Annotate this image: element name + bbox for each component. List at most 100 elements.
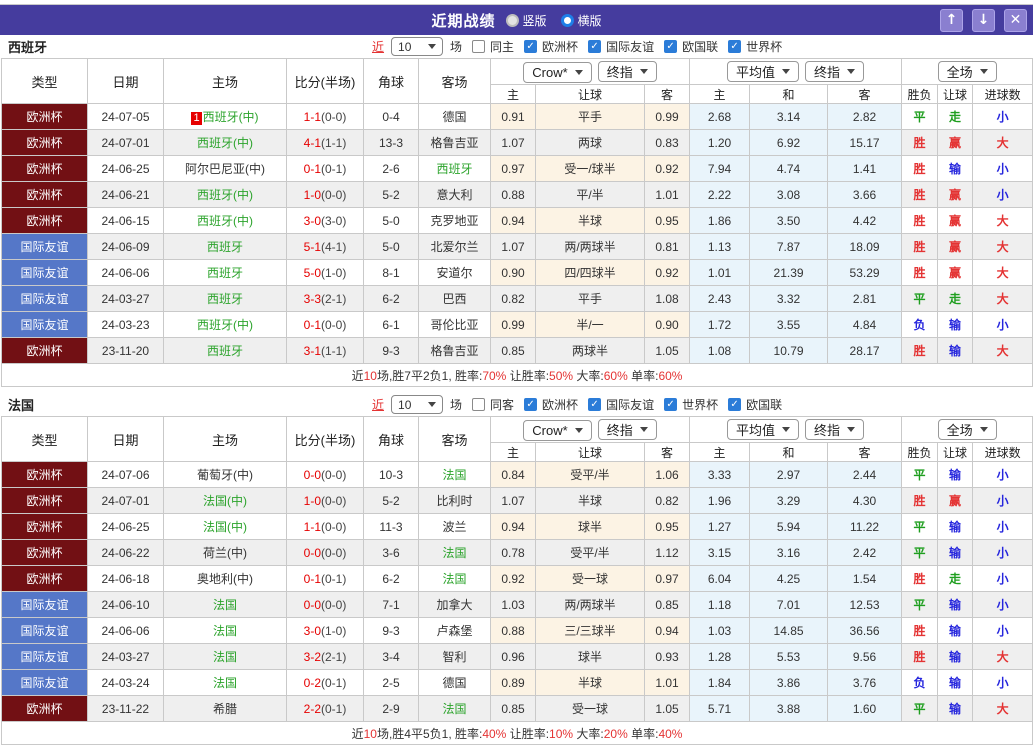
final-odds-dropdown[interactable]: 终指 (597, 418, 657, 440)
radio-icon[interactable] (505, 13, 519, 27)
check-icon: ✓ (666, 40, 675, 52)
layout-radio-vertical[interactable]: 竖版 (505, 12, 547, 29)
group-header-fulltime: 全场 (901, 58, 1033, 85)
league-checkbox-worldcup[interactable]: ✓ (728, 40, 742, 53)
sub-header-avg-home: 主 (689, 84, 751, 104)
col-header-type: 类型 (1, 58, 88, 104)
scroll-up-button[interactable]: ↑ (940, 8, 963, 32)
home-team-name: 西班牙(中) (197, 318, 253, 332)
fulltime-dropdown[interactable]: 全场 (937, 419, 997, 440)
handicap-cell: 半球 (535, 487, 645, 514)
home-team-name: 西班牙 (206, 344, 243, 358)
home-team-cell: 希腊 (163, 695, 287, 722)
avg-home-cell: 2.22 (689, 181, 751, 208)
bookmaker-dropdown[interactable]: Crow* (523, 419, 592, 441)
league-checkbox-euro[interactable]: ✓ (524, 40, 538, 53)
match-count-select[interactable]: 10 (391, 395, 444, 414)
avg-draw-cell: 2.97 (749, 461, 829, 488)
avg-home-cell: 2.68 (689, 103, 751, 130)
home-team-cell: 法国 (163, 617, 287, 644)
avg-away-cell: 2.44 (827, 461, 903, 488)
halftime-score: (0-0) (321, 597, 347, 612)
layout-radio-horizontal[interactable]: 横版 (560, 12, 602, 29)
away-team-name: 克罗地亚 (430, 214, 479, 228)
odds-home-cell: 0.82 (490, 285, 536, 312)
check-icon: ✓ (666, 398, 675, 410)
goals-result-cell: 小 (972, 565, 1033, 592)
avg-draw-cell: 3.50 (749, 207, 829, 234)
score-cell: 1-0(0-0) (286, 487, 364, 514)
result-cell: 负 (901, 311, 939, 338)
odds-away-cell: 1.06 (643, 461, 691, 488)
league-label: 欧国联 (682, 40, 719, 54)
same-venue-checkbox[interactable] (472, 40, 486, 53)
final-odds-dropdown[interactable]: 终指 (805, 419, 865, 440)
chevron-down-icon (639, 426, 648, 436)
away-team-name: 西班牙 (436, 162, 473, 176)
close-icon: ✕ (1009, 12, 1022, 28)
average-dropdown[interactable]: 平均值 (727, 419, 800, 440)
summary-row: 近10场,胜4平5负1, 胜率:40% 让胜率:10% 大率:20% 单率:40… (0, 721, 1033, 745)
avg-draw-cell: 4.25 (749, 565, 829, 592)
match-row: 国际友谊 24-06-10 法国 0-0(0-0) 7-1 加拿大 1.03 两/两球半 0.8… (1, 591, 1033, 618)
group-header-average: 平均值 终指 (689, 58, 903, 85)
home-team-name: 法国 (212, 598, 237, 612)
bookmaker-dropdown[interactable]: Crow* (523, 61, 592, 83)
avg-draw-cell: 5.94 (749, 513, 829, 540)
sub-header-result: 胜负 (901, 84, 939, 104)
match-count-select[interactable]: 10 (391, 37, 444, 56)
match-row: 欧洲杯 23-11-22 希腊 2-2(0-1) 2-9 法国 0.85 受一球 1.05 5.7… (1, 695, 1033, 722)
corner-cell: 3-6 (363, 539, 419, 566)
goals-result-cell: 小 (972, 591, 1033, 618)
date-cell: 24-07-01 (87, 487, 164, 514)
scroll-down-button[interactable]: ↓ (972, 8, 995, 32)
league-checkbox-friendly[interactable]: ✓ (588, 398, 602, 411)
sub-header-avg-away: 客 (827, 84, 903, 104)
away-team-name: 格鲁吉亚 (430, 344, 479, 358)
avg-home-cell: 2.43 (689, 285, 751, 312)
avg-away-cell: 53.29 (827, 259, 903, 286)
halftime-score: (0-0) (321, 109, 347, 124)
sub-header-handicap-result: 让球 (937, 84, 974, 104)
away-team-name: 德国 (442, 676, 467, 690)
league-label: 欧洲杯 (542, 398, 579, 412)
handicap-result-cell: 输 (937, 617, 974, 644)
halftime-score: (1-1) (321, 135, 347, 150)
final-odds-dropdown[interactable]: 终指 (597, 60, 657, 82)
check-icon: ✓ (590, 40, 599, 52)
average-dropdown[interactable]: 平均值 (727, 61, 800, 82)
fulltime-score: 0-1 (303, 571, 321, 586)
fulltime-score: 5-1 (303, 239, 321, 254)
league-checkbox-friendly[interactable]: ✓ (588, 40, 602, 53)
league-checkbox-euro[interactable]: ✓ (524, 398, 538, 411)
home-team-cell: 西班牙(中) (163, 311, 287, 338)
final-odds-dropdown[interactable]: 终指 (805, 61, 865, 82)
away-team-name: 安道尔 (436, 266, 473, 280)
away-team-cell: 比利时 (418, 487, 491, 514)
date-cell: 24-07-05 (87, 103, 164, 130)
chevron-down-icon (639, 68, 648, 78)
away-team-name: 加拿大 (436, 598, 473, 612)
radio-icon[interactable] (560, 13, 574, 27)
team-name: 法国 (8, 398, 35, 413)
type-cell: 欧洲杯 (1, 565, 88, 592)
near-link[interactable]: 近 (372, 396, 384, 413)
date-cell: 24-06-10 (87, 591, 164, 618)
result-cell: 胜 (901, 565, 939, 592)
corner-cell: 10-3 (363, 461, 419, 488)
league-checkbox-nations[interactable]: ✓ (664, 40, 678, 53)
radio-horizontal-label: 横版 (577, 13, 602, 28)
same-venue-checkbox[interactable] (472, 398, 486, 411)
league-checkbox-nations[interactable]: ✓ (728, 398, 742, 411)
close-button[interactable]: ✕ (1004, 8, 1027, 32)
near-link[interactable]: 近 (372, 38, 384, 55)
fulltime-dropdown[interactable]: 全场 (937, 61, 997, 82)
halftime-score: (1-0) (321, 623, 347, 638)
away-team-cell: 哥伦比亚 (418, 311, 491, 338)
date-cell: 24-03-27 (87, 285, 164, 312)
handicap-result-cell: 赢 (937, 259, 974, 286)
league-checkbox-worldcup[interactable]: ✓ (664, 398, 678, 411)
away-team-name: 北爱尔兰 (430, 240, 479, 254)
fulltime-score: 1-1 (303, 519, 321, 534)
avg-home-cell: 1.08 (689, 337, 751, 364)
